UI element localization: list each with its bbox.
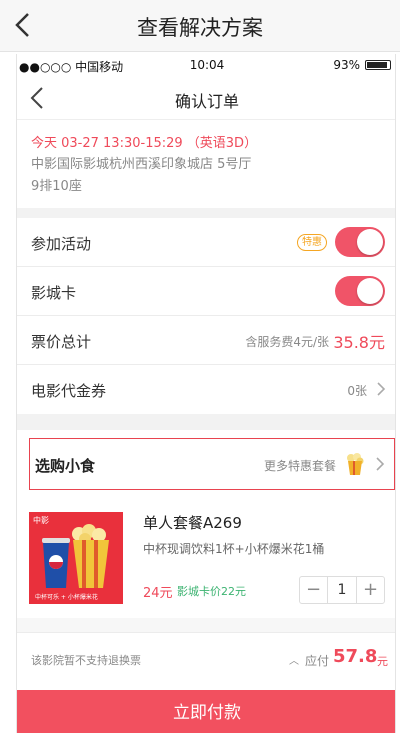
status-indicators: 93% xyxy=(333,58,391,72)
status-bar: ●●○○○ 中国移动 10:04 93% xyxy=(17,54,395,76)
amount-due: 57.8 xyxy=(333,646,378,667)
activity-toggle[interactable] xyxy=(335,227,385,257)
voucher-row[interactable]: 电影代金券 0张 xyxy=(17,365,395,414)
snack-row[interactable]: 选购小食 更多特惠套餐 xyxy=(29,438,395,490)
chevron-up-icon[interactable]: ︿ xyxy=(289,652,299,667)
snack-label: 选购小食 xyxy=(35,457,96,475)
show-cinema: 中影国际影城杭州西溪印象城店 5号厅 xyxy=(31,157,252,172)
quantity-value: 1 xyxy=(337,582,347,598)
nav-title: 确认订单 xyxy=(174,92,239,111)
refund-policy-note: 该影院暂不支持退换票 xyxy=(31,654,141,667)
amount-due-unit: 元 xyxy=(377,655,388,668)
popcorn-icon xyxy=(347,453,364,475)
nav-bar: 确认订单 xyxy=(17,76,395,120)
increase-button[interactable]: + xyxy=(356,577,384,603)
cinema-card-toggle[interactable] xyxy=(335,276,385,306)
combo-price: 24元 xyxy=(143,586,173,601)
page-title: 查看解决方案 xyxy=(137,16,263,40)
battery-level xyxy=(367,62,387,68)
help-header: 查看解决方案 xyxy=(0,0,400,52)
discount-badge: 特惠 xyxy=(297,234,327,251)
total-label: 票价总计 xyxy=(31,333,92,351)
voucher-count: 0张 xyxy=(347,384,367,398)
toggle-knob xyxy=(357,229,383,255)
combo-item: 中影 中杯可乐 + 小杯爆米花 单人套餐A269 中杯现调饮料1杯+小杯爆米花1… xyxy=(17,498,395,618)
show-seat: 9排10座 xyxy=(31,179,82,194)
decrease-button[interactable]: − xyxy=(300,577,328,603)
section-divider xyxy=(17,618,395,632)
activity-label: 参加活动 xyxy=(31,235,92,253)
total-row: 票价总计 含服务费4元/张 35.8元 xyxy=(17,316,395,365)
combo-card-price: 影城卡价22元 xyxy=(177,585,246,598)
payment-summary: 该影院暂不支持退换票 ︿ 应付 57.8 元 xyxy=(17,632,395,686)
quantity-stepper: − 1 + xyxy=(299,576,385,604)
combo-description: 中杯现调饮料1杯+小杯爆米花1桶 xyxy=(143,542,325,556)
activity-row: 参加活动 特惠 xyxy=(17,218,395,267)
total-price: 35.8元 xyxy=(333,333,385,352)
combo-image: 中影 中杯可乐 + 小杯爆米花 xyxy=(29,512,123,604)
chevron-right-icon xyxy=(376,457,385,471)
chevron-right-icon xyxy=(377,382,386,396)
battery-icon xyxy=(365,60,391,70)
combo-name: 单人套餐A269 xyxy=(143,514,242,532)
show-time: 今天 03-27 13:30-15:29 （英语3D） xyxy=(31,136,258,151)
more-deals-text: 更多特惠套餐 xyxy=(263,459,336,473)
battery-percent: 93% xyxy=(333,58,360,72)
section-divider xyxy=(17,414,395,430)
drink-and-popcorn-icon xyxy=(42,524,109,588)
phone-screenshot: ●●○○○ 中国移动 10:04 93% 确认订单 今天 03-27 13:30… xyxy=(16,54,396,733)
toggle-knob xyxy=(357,278,383,304)
cinema-card-label: 影城卡 xyxy=(31,284,77,302)
cinema-card-row: 影城卡 xyxy=(17,267,395,316)
amount-due-label: 应付 xyxy=(305,654,330,668)
pay-now-button[interactable]: 立即付款 xyxy=(17,690,395,733)
service-fee-note: 含服务费4元/张 xyxy=(245,335,329,349)
combo-image-caption: 中杯可乐 + 小杯爆米花 xyxy=(35,594,98,601)
section-divider xyxy=(17,208,395,218)
show-info: 今天 03-27 13:30-15:29 （英语3D） 中影国际影城杭州西溪印象… xyxy=(17,120,395,208)
voucher-label: 电影代金券 xyxy=(31,382,107,400)
